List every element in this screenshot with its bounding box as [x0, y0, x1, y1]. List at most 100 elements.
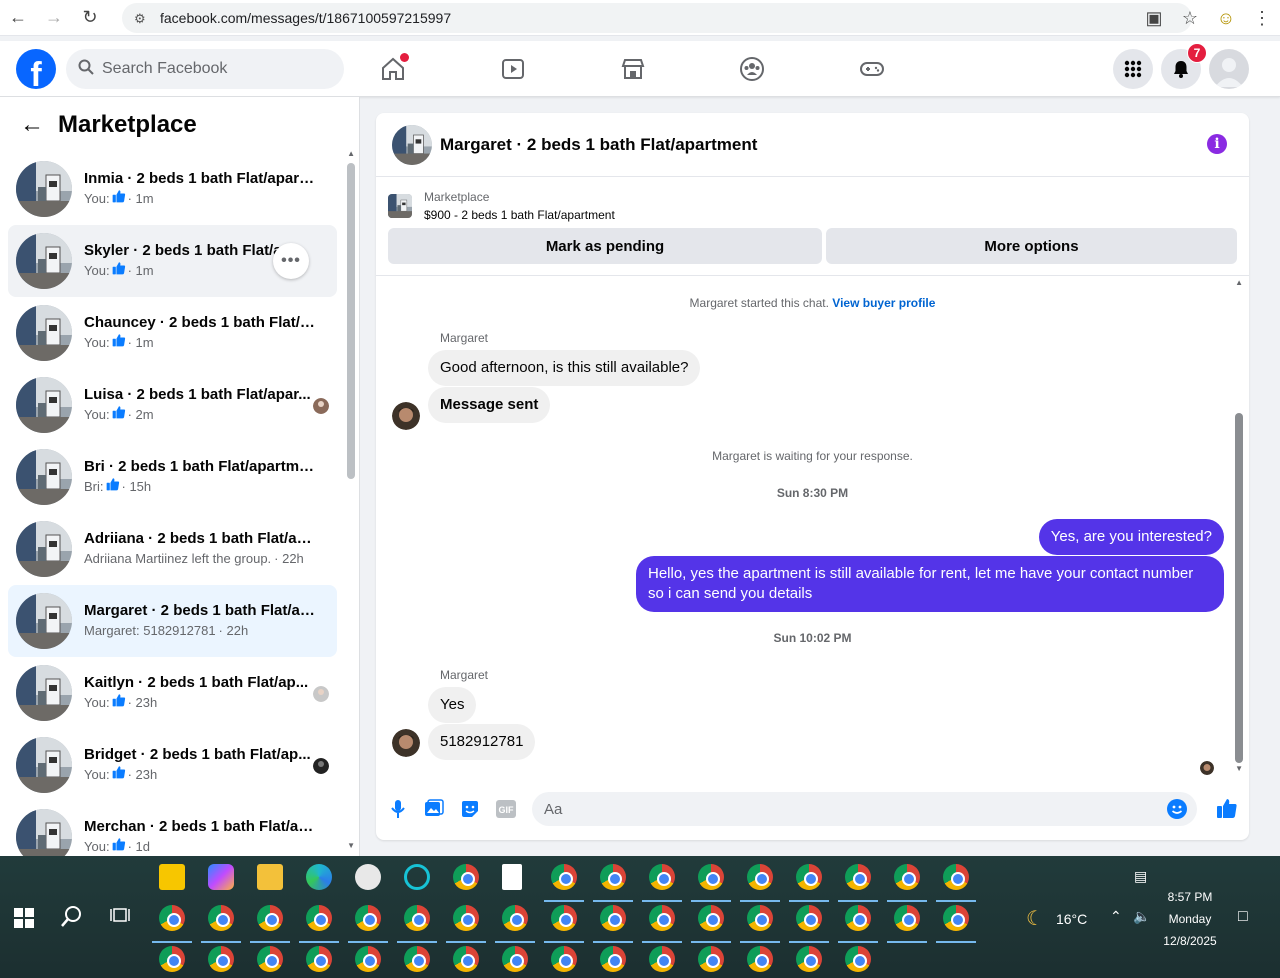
scroll-up-arrow-icon[interactable]: ▲	[347, 149, 355, 158]
listing-thumbnail[interactable]	[392, 124, 432, 165]
chrome-window-app-icon[interactable]	[453, 905, 479, 931]
windows-start-icon[interactable]	[14, 908, 34, 928]
weather-widget[interactable]: ☾ 16°C	[1026, 906, 1087, 931]
chrome-window-app-icon[interactable]	[943, 864, 969, 890]
chat-title[interactable]: Margaret · 2 beds 1 bath Flat/apartment	[440, 135, 757, 155]
facebook-logo[interactable]: f	[16, 49, 56, 89]
copilot-app-icon[interactable]	[208, 864, 234, 890]
install-app-icon[interactable]: ▣	[1136, 0, 1172, 36]
chrome-window-app-icon[interactable]	[894, 864, 920, 890]
reload-icon[interactable]: ↻	[72, 0, 108, 36]
chrome-window-app-icon[interactable]	[257, 905, 283, 931]
thumbs-up-send-icon[interactable]	[1215, 796, 1239, 820]
conversation-item[interactable]: Adriiana · 2 beds 1 bath Flat/apa... Adri…	[8, 513, 337, 585]
message-input[interactable]: Aa	[532, 792, 1197, 826]
chrome-window-app-icon[interactable]	[796, 905, 822, 931]
chrome-window-app-icon[interactable]	[257, 946, 283, 972]
video-nav-icon[interactable]	[493, 51, 533, 87]
sticky-notes-app-icon[interactable]	[159, 864, 185, 890]
outgoing-message[interactable]: Hello, yes the apartment is still availa…	[636, 556, 1224, 612]
mark-as-pending-button[interactable]: Mark as pending	[388, 228, 822, 264]
chrome-window-app-icon[interactable]	[551, 946, 577, 972]
conversation-item[interactable]: Inmia · 2 beds 1 bath Flat/apart... You: ·…	[8, 153, 337, 225]
chrome-window-app-icon[interactable]	[747, 905, 773, 931]
chrome-window-app-icon[interactable]	[845, 864, 871, 890]
chrome-window-app-icon[interactable]	[208, 946, 234, 972]
gaming-nav-icon[interactable]	[852, 51, 892, 87]
gif-icon[interactable]: GIF	[495, 798, 517, 820]
notification-center-icon[interactable]: □	[1238, 908, 1248, 926]
incoming-message[interactable]: 5182912781	[428, 724, 536, 760]
menu-grid-icon[interactable]	[1113, 49, 1153, 89]
back-arrow-icon[interactable]: ←	[0, 0, 36, 36]
chrome-window-app-icon[interactable]	[453, 946, 479, 972]
more-options-button[interactable]: More options	[826, 228, 1237, 264]
conversation-item[interactable]: Bri · 2 beds 1 bath Flat/apartment Bri: · …	[8, 441, 337, 513]
chrome-window-app-icon[interactable]	[796, 946, 822, 972]
conversation-item[interactable]: Bridget · 2 beds 1 bath Flat/ap... You: · …	[8, 729, 337, 801]
sticker-icon[interactable]	[459, 798, 481, 820]
show-hidden-icons-chevron-icon[interactable]: ⌃	[1110, 908, 1122, 924]
chrome-window-app-icon[interactable]	[698, 946, 724, 972]
info-icon[interactable]: i	[1207, 134, 1227, 154]
chat-scrollbar[interactable]	[1235, 413, 1243, 763]
conversation-item[interactable]: Kaitlyn · 2 beds 1 bath Flat/ap... You: · …	[8, 657, 337, 729]
paint-app-icon[interactable]	[355, 864, 381, 890]
notifications-bell-icon[interactable]: 7	[1161, 43, 1207, 89]
groups-nav-icon[interactable]	[732, 51, 772, 87]
browser-menu-icon[interactable]: ⋮	[1244, 0, 1280, 36]
chrome-window-app-icon[interactable]	[747, 946, 773, 972]
chrome-window-app-icon[interactable]	[355, 946, 381, 972]
file-explorer-app-icon[interactable]	[257, 864, 283, 890]
chrome-app-icon[interactable]	[453, 864, 479, 890]
chrome-window-app-icon[interactable]	[404, 905, 430, 931]
chrome-window-app-icon[interactable]	[159, 905, 185, 931]
speaker-muted-icon[interactable]: 🔈	[1133, 908, 1150, 924]
chrome-window-app-icon[interactable]	[502, 946, 528, 972]
conversation-item[interactable]: Chauncey · 2 beds 1 bath Flat/ap... You: ·…	[8, 297, 337, 369]
conversation-item[interactable]: Margaret · 2 beds 1 bath Flat/ap... Marga…	[8, 585, 337, 657]
taskbar-search-icon[interactable]	[60, 904, 84, 934]
address-bar[interactable]: ⚙ facebook.com/messages/t/18671005972159…	[122, 3, 1192, 33]
profile-icon[interactable]: ☺	[1208, 0, 1244, 36]
scroll-down-arrow-icon[interactable]: ▼	[347, 841, 355, 850]
chat-scroll-down-icon[interactable]: ▼	[1235, 764, 1243, 773]
chrome-window-app-icon[interactable]	[943, 905, 969, 931]
photo-icon[interactable]	[423, 798, 445, 820]
chrome-window-app-icon[interactable]	[649, 864, 675, 890]
chrome-window-app-icon[interactable]	[894, 905, 920, 931]
chrome-window-app-icon[interactable]	[306, 946, 332, 972]
search-input[interactable]: Search Facebook	[66, 49, 344, 89]
chrome-window-app-icon[interactable]	[306, 905, 332, 931]
chrome-window-app-icon[interactable]	[796, 864, 822, 890]
microphone-icon[interactable]	[387, 798, 409, 820]
account-avatar[interactable]	[1209, 49, 1249, 89]
network-icon[interactable]: ▤	[1134, 868, 1147, 885]
chrome-window-app-icon[interactable]	[404, 946, 430, 972]
bookmark-star-icon[interactable]: ☆	[1172, 0, 1208, 36]
margaret-avatar[interactable]	[392, 402, 420, 430]
chrome-window-app-icon[interactable]	[600, 905, 626, 931]
site-info-icon[interactable]: ⚙	[134, 11, 148, 26]
forward-arrow-icon[interactable]: →	[36, 0, 72, 36]
conversation-item[interactable]: Luisa · 2 beds 1 bath Flat/apar... You: · …	[8, 369, 337, 441]
chrome-window-app-icon[interactable]	[551, 905, 577, 931]
chrome-window-app-icon[interactable]	[649, 946, 675, 972]
task-view-icon[interactable]	[110, 906, 130, 929]
margaret-avatar[interactable]	[392, 729, 420, 757]
chrome-window-app-icon[interactable]	[600, 946, 626, 972]
chrome-window-app-icon[interactable]	[698, 905, 724, 931]
chrome-window-app-icon[interactable]	[159, 946, 185, 972]
app-icon[interactable]	[404, 864, 430, 890]
chrome-window-app-icon[interactable]	[502, 905, 528, 931]
view-buyer-profile-link[interactable]: View buyer profile	[832, 296, 935, 310]
incoming-message[interactable]: Good afternoon, is this still available?	[428, 350, 701, 386]
document-app-icon[interactable]	[502, 864, 522, 890]
chrome-window-app-icon[interactable]	[355, 905, 381, 931]
home-nav-icon[interactable]	[373, 51, 413, 87]
emoji-icon[interactable]	[1167, 799, 1187, 819]
conversation-item[interactable]: Skyler · 2 beds 1 bath Flat/ap... You: · 1…	[8, 225, 337, 297]
incoming-message[interactable]: Yes	[428, 687, 477, 723]
chat-scroll-up-icon[interactable]: ▲	[1235, 278, 1243, 287]
chrome-window-app-icon[interactable]	[698, 864, 724, 890]
